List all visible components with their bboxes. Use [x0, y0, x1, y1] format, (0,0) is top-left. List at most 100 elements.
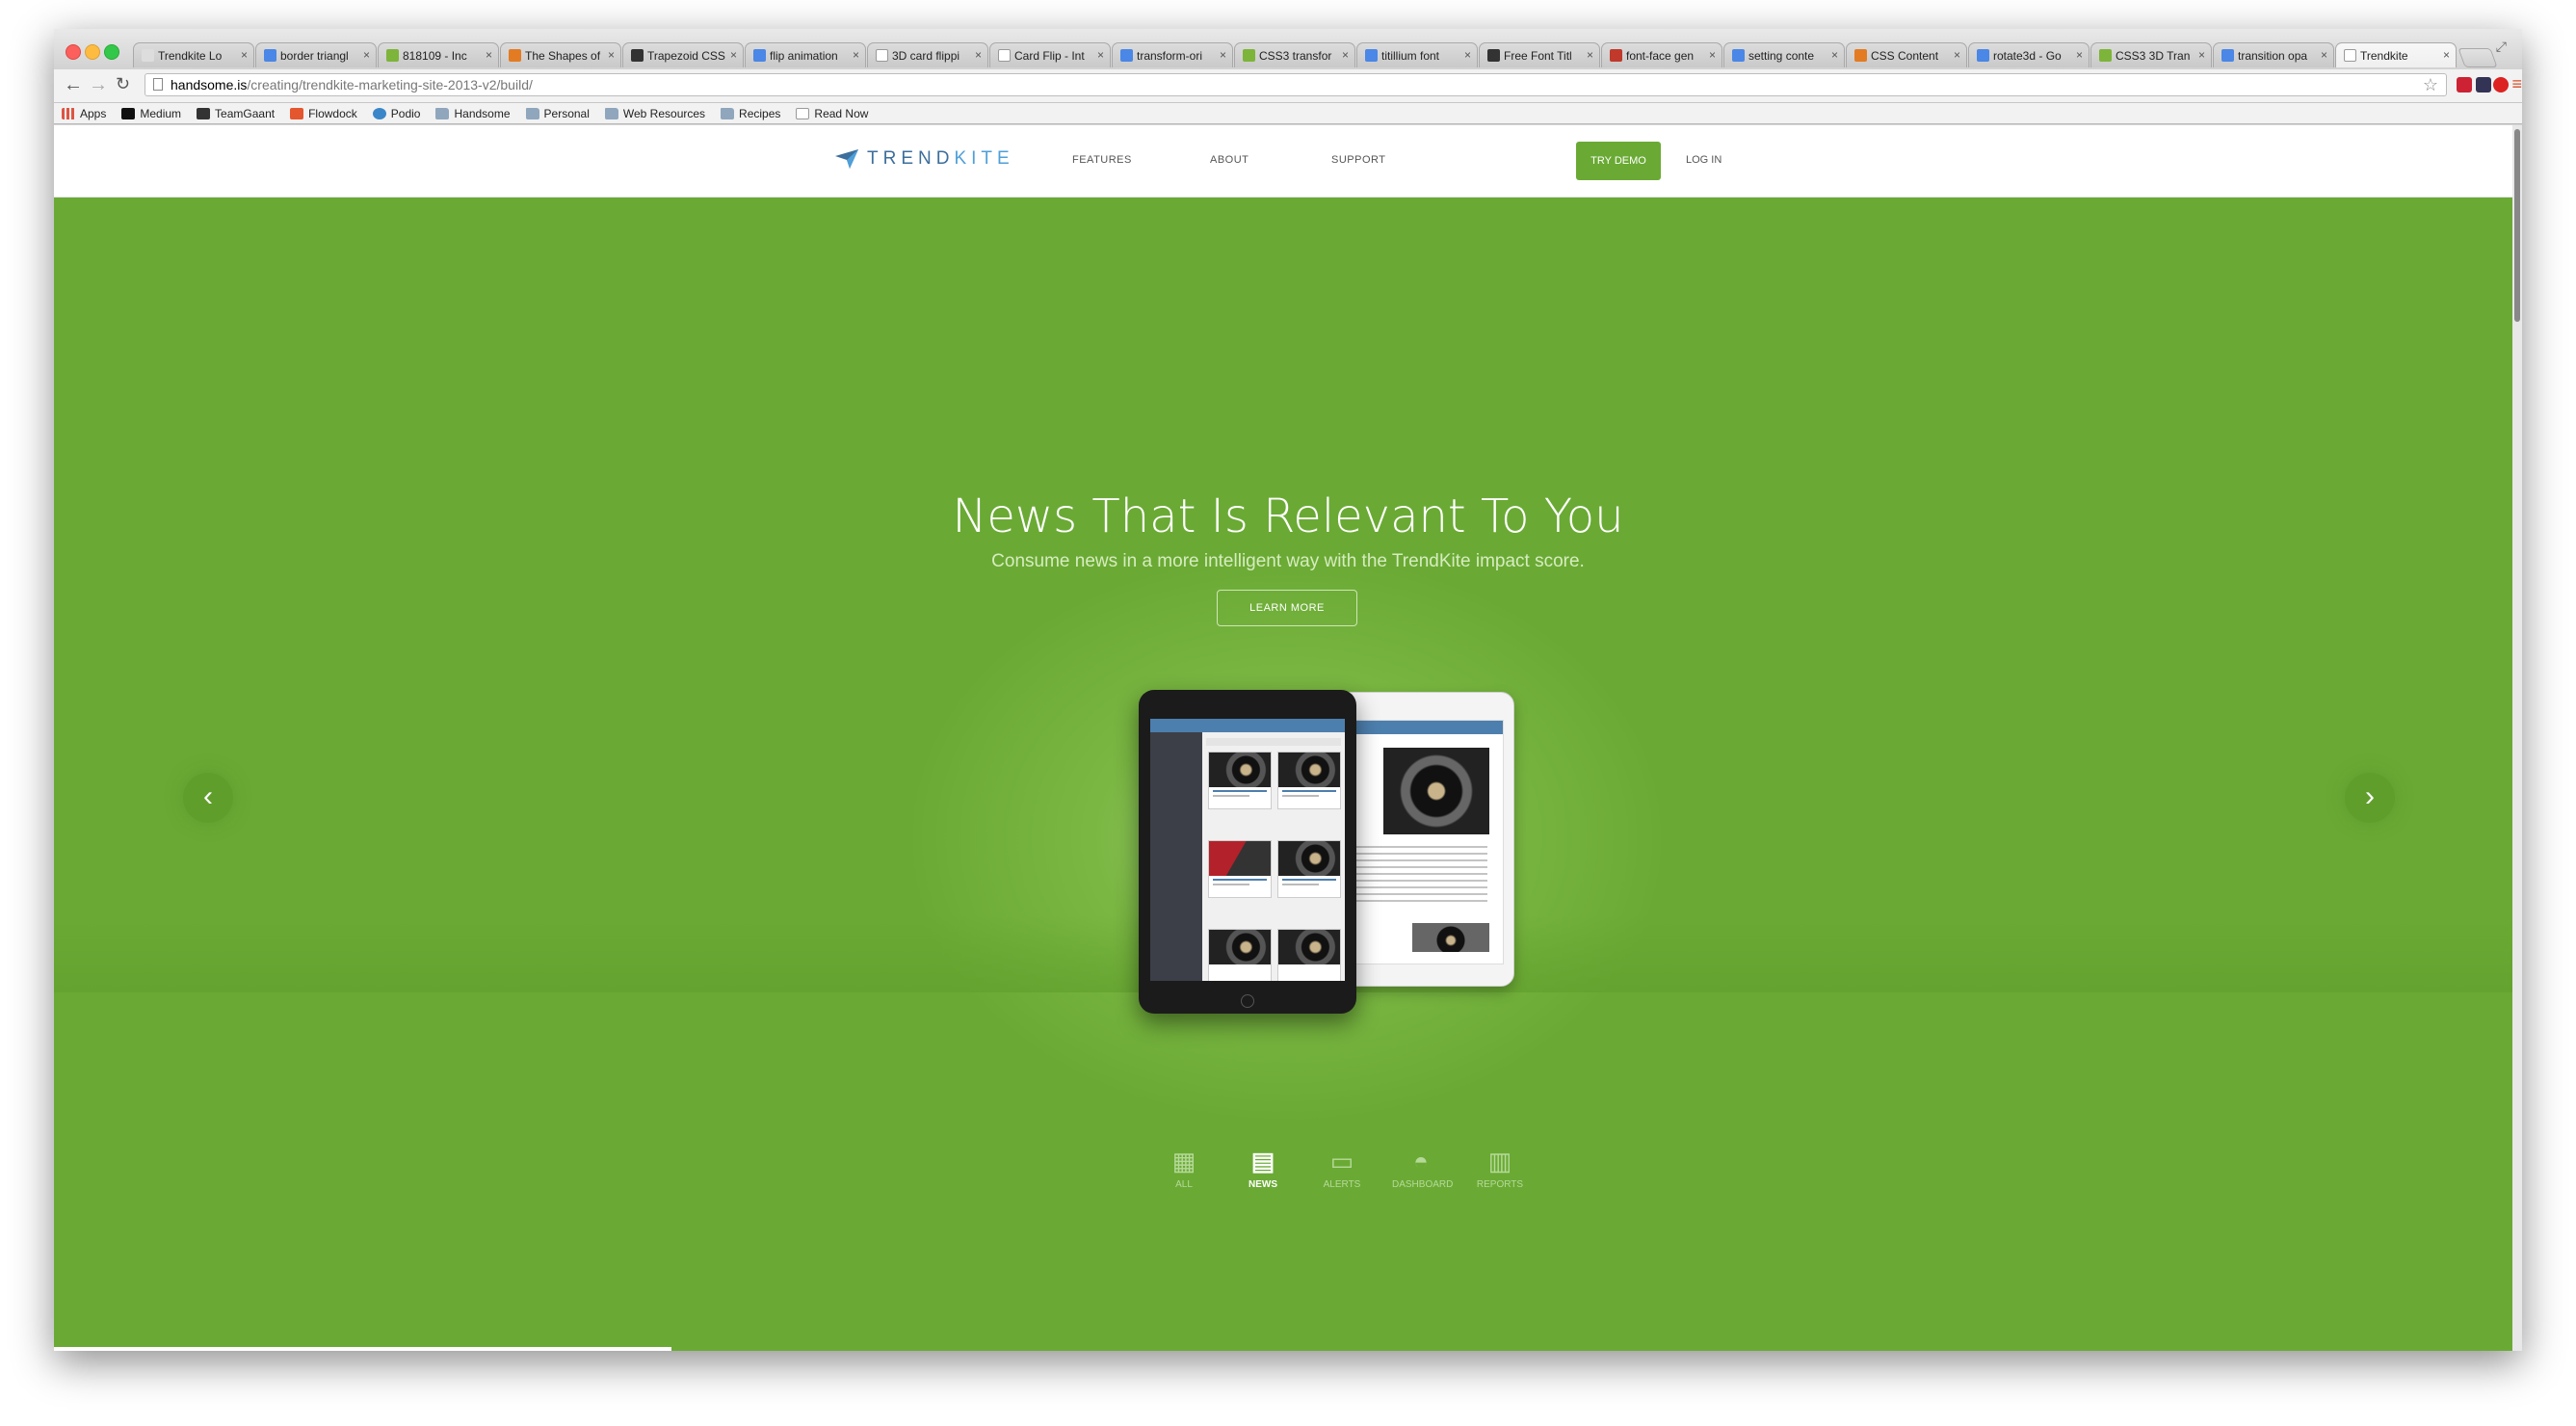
maximize-window-button[interactable] [104, 44, 119, 60]
bookmark-icon [290, 107, 304, 119]
feature-tab-dashboard[interactable]: ◓ DASHBOARD [1392, 1147, 1453, 1190]
tab-close-icon[interactable]: × [1587, 48, 1593, 62]
bookmark-icon [197, 107, 211, 119]
browser-tab[interactable]: flip animation × [745, 42, 866, 67]
close-window-button[interactable] [66, 44, 81, 60]
nav-support[interactable]: SUPPORT [1331, 154, 1385, 166]
tab-close-icon[interactable]: × [2076, 48, 2083, 62]
reload-icon[interactable]: ↻ [116, 74, 130, 94]
bookmark-label: Web Resources [622, 106, 706, 120]
tab-close-icon[interactable]: × [1097, 48, 1104, 62]
card-line [1282, 884, 1320, 885]
browser-tab[interactable]: Trapezoid CSS × [622, 42, 744, 67]
feature-tab-alerts[interactable]: ▭ ALERTS [1313, 1147, 1371, 1190]
minimize-window-button[interactable] [85, 44, 100, 60]
card-image [1278, 930, 1340, 964]
browser-tab[interactable]: transition opa × [2213, 42, 2334, 67]
bookmark-item[interactable]: Podio [372, 107, 420, 120]
tab-close-icon[interactable]: × [363, 48, 370, 62]
article-text [1353, 846, 1487, 904]
trendkite-logo[interactable]: TRENDKITE [834, 148, 1014, 170]
bookmark-item[interactable]: Read Now [796, 107, 868, 120]
url-path: /creating/trendkite-marketing-site-2013-… [247, 77, 533, 92]
tab-close-icon[interactable]: × [1464, 48, 1471, 62]
tab-close-icon[interactable]: × [1709, 48, 1716, 62]
bookmark-star-icon[interactable]: ☆ [2423, 74, 2438, 95]
browser-tab[interactable]: 818109 - Inc × [378, 42, 499, 67]
browser-tab[interactable]: rotate3d - Go × [1968, 42, 2090, 67]
address-bar[interactable]: handsome.is/creating/trendkite-marketing… [145, 73, 2447, 96]
browser-tab[interactable]: CSS Content × [1846, 42, 1967, 67]
browser-tab[interactable]: setting conte × [1723, 42, 1845, 67]
browser-toolbar: ← → ↻ handsome.is/creating/trendkite-mar… [54, 69, 2522, 103]
browser-tab[interactable]: font-face gen × [1601, 42, 1722, 67]
extension-icon[interactable] [2457, 77, 2472, 92]
browser-tab[interactable]: titillium font × [1356, 42, 1478, 67]
browser-tab[interactable]: Trendkite × [2335, 42, 2457, 67]
tab-strip: Trendkite Lo × border triangl × 818109 - Inc… [54, 29, 2522, 69]
opera-icon[interactable] [2493, 77, 2509, 92]
feature-tab-all[interactable]: ▦ ALL [1155, 1147, 1213, 1190]
browser-tab[interactable]: Free Font Titl × [1479, 42, 1600, 67]
tab-favicon-icon [1610, 49, 1622, 62]
fullscreen-icon[interactable]: ⤢ [2496, 39, 2507, 55]
tab-close-icon[interactable]: × [2198, 48, 2205, 62]
tab-close-icon[interactable]: × [1342, 48, 1349, 62]
tab-favicon-icon [1977, 49, 1989, 62]
browser-tab[interactable]: transform-ori × [1112, 42, 1233, 67]
tab-close-icon[interactable]: × [2321, 48, 2327, 62]
page-scrollbar[interactable] [2512, 125, 2522, 1351]
card-line [1282, 790, 1336, 792]
tab-close-icon[interactable]: × [2443, 48, 2450, 62]
back-arrow-icon[interactable]: ← [64, 74, 83, 96]
bookmark-item[interactable]: TeamGaant [197, 107, 275, 120]
bookmark-item[interactable]: Flowdock [290, 107, 357, 120]
scrollbar-thumb[interactable] [2514, 129, 2520, 322]
browser-tab[interactable]: CSS3 3D Tran × [2090, 42, 2212, 67]
feature-tab-label: NEWS [1249, 1179, 1277, 1190]
browser-tab[interactable]: CSS3 transfor × [1234, 42, 1355, 67]
dashboard-icon: ◓ [1413, 1147, 1429, 1175]
tab-close-icon[interactable]: × [1831, 48, 1838, 62]
next-slide-button[interactable]: › [2345, 773, 2395, 823]
tab-close-icon[interactable]: × [1220, 48, 1226, 62]
browser-tab[interactable]: Trendkite Lo × [133, 42, 254, 67]
browser-window: Trendkite Lo × border triangl × 818109 - Inc… [54, 29, 2522, 1351]
feature-tab-reports[interactable]: ▥ REPORTS [1471, 1147, 1529, 1190]
tab-favicon-icon [1732, 49, 1745, 62]
browser-tab[interactable]: The Shapes of × [500, 42, 621, 67]
tab-close-icon[interactable]: × [1954, 48, 1960, 62]
extension-icon[interactable] [2476, 77, 2491, 92]
browser-tab[interactable]: border triangl × [255, 42, 377, 67]
tab-close-icon[interactable]: × [241, 48, 248, 62]
login-link[interactable]: LOG IN [1686, 154, 1722, 166]
browser-tab[interactable]: 3D card flippi × [867, 42, 988, 67]
menu-icon[interactable]: ≡ [2511, 74, 2522, 94]
bookmark-item[interactable]: Medium [121, 107, 181, 120]
nav-features[interactable]: FEATURES [1072, 154, 1132, 166]
learn-more-button[interactable]: LEARN MORE [1217, 590, 1357, 626]
tab-close-icon[interactable]: × [608, 48, 615, 62]
tab-close-icon[interactable]: × [486, 48, 492, 62]
app-header [1345, 721, 1503, 734]
feature-tab-news[interactable]: ▤ NEWS [1234, 1147, 1292, 1190]
bookmark-item[interactable]: Web Resources [604, 106, 706, 120]
bookmark-item[interactable]: Handsome [435, 107, 511, 120]
bookmark-item[interactable]: Recipes [721, 107, 780, 120]
tab-close-icon[interactable]: × [975, 48, 982, 62]
tab-close-icon[interactable]: × [730, 48, 737, 62]
bookmark-item[interactable]: Personal [525, 107, 590, 120]
try-demo-button[interactable]: TRY DEMO [1576, 142, 1661, 180]
tab-title: Card Flip - Int [1014, 48, 1085, 63]
tab-close-icon[interactable]: × [853, 48, 859, 62]
prev-slide-button[interactable]: ‹ [183, 773, 233, 823]
forward-arrow-icon[interactable]: → [89, 74, 108, 96]
ipad-white-image [1333, 692, 1514, 987]
tab-favicon-icon [264, 49, 276, 62]
browser-tab[interactable]: Card Flip - Int × [989, 42, 1111, 67]
nav-about[interactable]: ABOUT [1210, 154, 1249, 166]
tab-title: font-face gen [1626, 48, 1695, 63]
new-tab-button[interactable] [2458, 48, 2498, 67]
tab-title: Free Font Titl [1504, 48, 1572, 63]
bookmark-item[interactable]: Apps [62, 107, 106, 120]
